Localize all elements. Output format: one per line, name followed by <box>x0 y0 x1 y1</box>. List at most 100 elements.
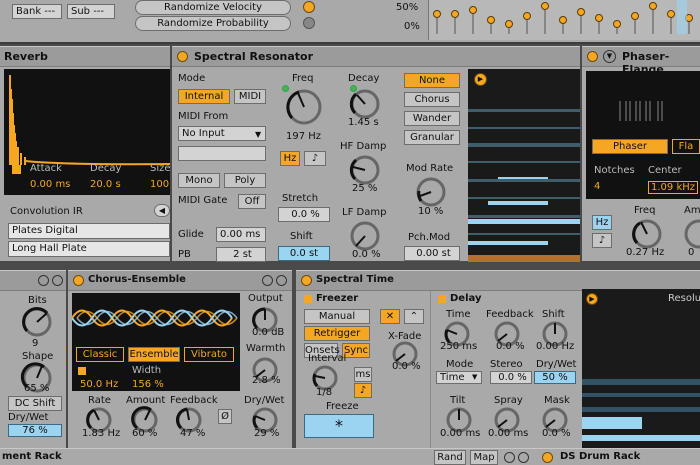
time-value[interactable]: 250 ms <box>440 341 477 352</box>
midi-gate-toggle[interactable]: Off <box>238 194 266 209</box>
xfade-value[interactable]: 0.0 % <box>392 361 421 372</box>
amount-value[interactable]: 60 % <box>132 428 157 439</box>
tilt-value[interactable]: 0.00 ms <box>440 428 480 439</box>
lf-damp-value[interactable]: 0.0 % <box>352 249 381 260</box>
interval-ms-button[interactable]: ms <box>354 367 372 382</box>
spectral-time-display[interactable]: ▶ Resolu <box>582 289 700 449</box>
mode-internal-button[interactable]: Internal <box>178 89 230 104</box>
rack-save-icon[interactable] <box>518 452 529 463</box>
decay-value[interactable]: 20.0 s <box>90 179 121 190</box>
mod-granular-button[interactable]: Granular <box>404 130 460 145</box>
decay-value[interactable]: 1.45 s <box>348 117 379 128</box>
freq-hz-button[interactable]: Hz <box>280 151 300 166</box>
hf-damp-knob[interactable] <box>348 153 382 187</box>
freezer-retrigger-button[interactable]: Retrigger <box>304 326 370 341</box>
flanger-mode-button[interactable]: Fla <box>672 139 700 154</box>
shift-value[interactable]: 0.0 st <box>278 246 330 261</box>
mod-rate-knob[interactable] <box>414 175 448 209</box>
fade-shape-x-button[interactable]: ✕ <box>380 309 400 324</box>
phase-invert-button[interactable]: Ø <box>218 409 232 424</box>
feedback-value[interactable]: 47 % <box>180 428 205 439</box>
bank-select[interactable]: Bank --- <box>12 4 62 19</box>
midi-from-select[interactable]: No Input <box>178 126 266 141</box>
glide-value[interactable]: 0.00 ms <box>216 227 266 242</box>
ir-category[interactable]: Plates Digital <box>8 223 170 239</box>
mod-rate-value[interactable]: 10 % <box>418 206 443 217</box>
stime-shift-value[interactable]: 0.00 Hz <box>536 341 574 352</box>
mono-button[interactable]: Mono <box>178 173 220 188</box>
ir-file[interactable]: Long Hall Plate <box>8 241 170 257</box>
freezer-manual-button[interactable]: Manual <box>304 309 370 324</box>
stime-feedback-value[interactable]: 0.0 % <box>496 341 525 352</box>
lf-damp-knob[interactable] <box>348 219 382 253</box>
chorus-drywet-value[interactable]: 29 % <box>254 428 279 439</box>
randomize-probability-button[interactable]: Randomize Probability <box>135 16 291 31</box>
bits-knob[interactable] <box>20 305 54 339</box>
decay-knob[interactable] <box>348 87 382 121</box>
attack-value[interactable]: 0.00 ms <box>30 179 70 190</box>
fade-shape-tri-button[interactable]: ⌃ <box>404 309 424 324</box>
spectral-time-power-icon[interactable] <box>301 275 312 286</box>
chorus-vibrato-button[interactable]: Vibrato <box>184 347 234 362</box>
chorus-hotswap-icon[interactable] <box>262 275 273 286</box>
pb-value[interactable]: 2 st <box>216 247 266 262</box>
output-value[interactable]: 0.0 dB <box>252 327 284 338</box>
spray-value[interactable]: 0.00 ms <box>488 428 528 439</box>
rack-hotswap-icon[interactable] <box>504 452 515 463</box>
rand-button[interactable]: Rand <box>434 450 466 465</box>
mod-chorus-button[interactable]: Chorus <box>404 92 460 107</box>
phaser-freq-value[interactable]: 0.27 Hz <box>626 247 664 258</box>
chorus-ensemble-button[interactable]: Ensemble <box>128 347 180 362</box>
prob-lane[interactable] <box>303 17 315 29</box>
phaser-note-button[interactable]: ♪ <box>592 233 612 248</box>
chorus-hp-toggle[interactable] <box>78 367 86 375</box>
spectral-resonator-power-icon[interactable] <box>177 51 188 62</box>
freq-value[interactable]: 197 Hz <box>286 131 321 142</box>
stretch-value[interactable]: 0.0 % <box>278 207 330 222</box>
phaser-fold-icon[interactable]: ▼ <box>603 50 616 63</box>
width-value[interactable]: 156 % <box>132 379 164 390</box>
rate-value[interactable]: 1.83 Hz <box>82 428 120 439</box>
sub-select[interactable]: Sub --- <box>67 4 115 19</box>
interval-value[interactable]: 1/8 <box>316 387 332 398</box>
phaser-power-icon[interactable] <box>587 51 598 62</box>
phaser-mode-button[interactable]: Phaser <box>592 139 668 154</box>
drywet-value[interactable]: 76 % <box>8 424 62 437</box>
freeze-button[interactable]: * <box>304 414 374 438</box>
poly-button[interactable]: Poly <box>224 173 266 188</box>
chorus-classic-button[interactable]: Classic <box>76 347 124 362</box>
delay-toggle[interactable] <box>438 295 446 303</box>
phaser-amount-value[interactable]: 0 <box>688 247 694 258</box>
bits-value[interactable]: 9 <box>32 338 38 349</box>
mod-none-button[interactable]: None <box>404 73 460 88</box>
stereo-value[interactable]: 0.0 % <box>490 371 532 384</box>
ds-drum-rack-power-icon[interactable] <box>542 452 553 463</box>
mod-wander-button[interactable]: Wander <box>404 111 460 126</box>
phaser-hz-button[interactable]: Hz <box>592 215 612 230</box>
dc-shift-button[interactable]: DC Shift <box>8 396 62 411</box>
reverb-display[interactable]: Attack Decay Size 0.00 ms 20.0 s 100 <box>4 69 171 195</box>
shape-value[interactable]: 65 % <box>24 383 49 394</box>
interval-note-button[interactable]: ♪ <box>354 383 372 398</box>
randomize-velocity-button[interactable]: Randomize Velocity <box>135 0 291 15</box>
redux-hotswap-icon[interactable] <box>38 275 49 286</box>
freq-note-button[interactable]: ♪ <box>304 151 326 166</box>
stime-drywet-value[interactable]: 50 % <box>534 371 576 384</box>
center-value[interactable]: 1.09 kHz <box>648 181 699 194</box>
notches-value[interactable]: 4 <box>594 181 600 192</box>
chorus-hp-value[interactable]: 50.0 Hz <box>80 379 118 390</box>
mask-value[interactable]: 0.0 % <box>542 428 571 439</box>
phaser-display[interactable]: Phaser Fla Notches Center 4 1.09 kHz <box>586 71 700 199</box>
spectrum-display[interactable]: ▶ <box>468 69 580 262</box>
map-button[interactable]: Map <box>470 450 498 465</box>
chorus-save-icon[interactable] <box>276 275 287 286</box>
freezer-toggle[interactable] <box>304 295 312 303</box>
redux-save-icon[interactable] <box>52 275 63 286</box>
mode-midi-button[interactable]: MIDI <box>234 89 266 104</box>
size-value[interactable]: 100 <box>150 179 169 190</box>
chorus-power-icon[interactable] <box>73 275 84 286</box>
midi-channel-select[interactable] <box>178 146 266 161</box>
phaser-freq-knob[interactable] <box>630 217 664 251</box>
pch-mod-value[interactable]: 0.00 st <box>404 246 460 261</box>
freq-knob[interactable] <box>284 87 324 127</box>
